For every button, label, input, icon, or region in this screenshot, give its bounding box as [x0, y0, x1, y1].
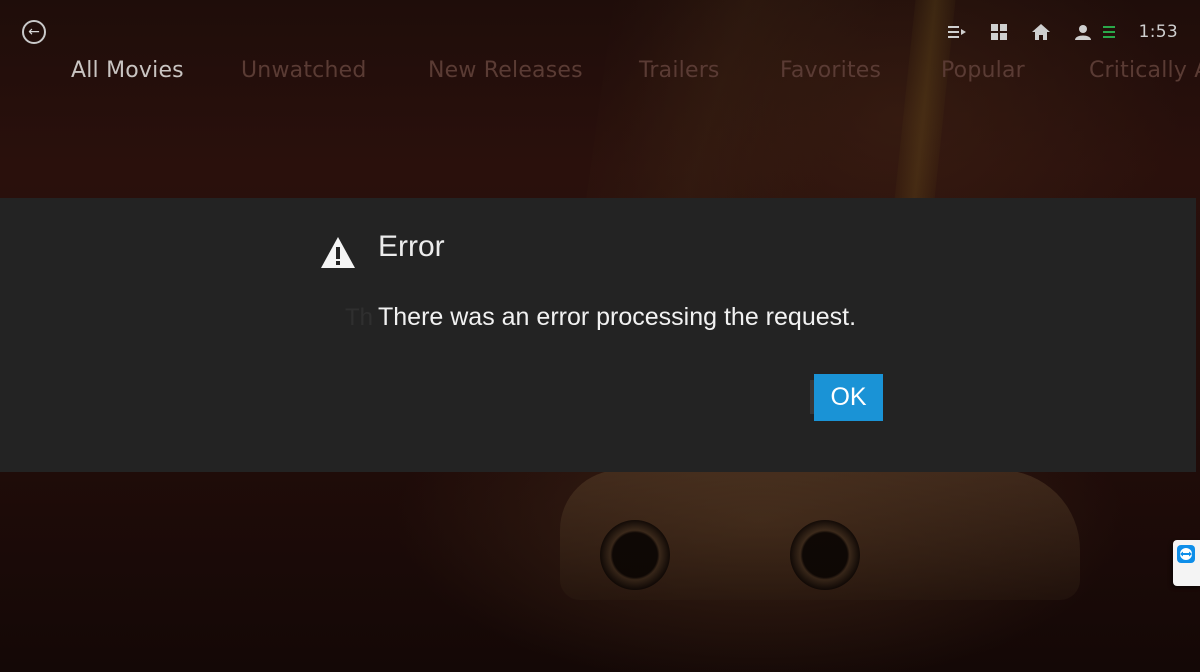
- tab-favorites[interactable]: Favorites: [780, 58, 881, 83]
- movies-screen: ← 1:53 All Movies Unwatched New Releases…: [0, 0, 1200, 672]
- background-poster: [585, 0, 915, 200]
- tab-trailers[interactable]: Trailers: [639, 58, 720, 83]
- background-taxi: [560, 470, 1080, 600]
- user-icon[interactable]: [1073, 22, 1093, 42]
- category-tabs: All Movies Unwatched New Releases Traile…: [71, 58, 1200, 92]
- tab-new-releases[interactable]: New Releases: [428, 58, 583, 83]
- background-wheel: [600, 520, 670, 590]
- tab-critically-acclaimed[interactable]: Critically A: [1089, 58, 1200, 83]
- home-icon[interactable]: [1031, 22, 1051, 42]
- queue-list-icon[interactable]: [947, 22, 967, 42]
- grid-icon[interactable]: [989, 22, 1009, 42]
- error-dialog: [0, 198, 1196, 472]
- tab-unwatched[interactable]: Unwatched: [241, 58, 367, 83]
- side-widget[interactable]: [1173, 540, 1200, 586]
- back-arrow-circle-icon[interactable]: ←: [22, 20, 46, 44]
- menu-icon[interactable]: [1099, 22, 1119, 42]
- warning-triangle-icon: [320, 236, 356, 270]
- clock: 1:53: [1138, 22, 1178, 42]
- tab-popular[interactable]: Popular: [941, 58, 1025, 83]
- remote-support-icon: [1177, 545, 1195, 563]
- background-wheel: [790, 520, 860, 590]
- tab-all-movies[interactable]: All Movies: [71, 58, 184, 83]
- dialog-title: Error: [378, 230, 445, 263]
- dialog-message: There was an error processing the reques…: [378, 303, 857, 331]
- ok-button[interactable]: OK: [810, 374, 883, 421]
- top-toolbar: 1:53: [925, 18, 1178, 46]
- dialog-ghost-text: Th: [345, 304, 374, 331]
